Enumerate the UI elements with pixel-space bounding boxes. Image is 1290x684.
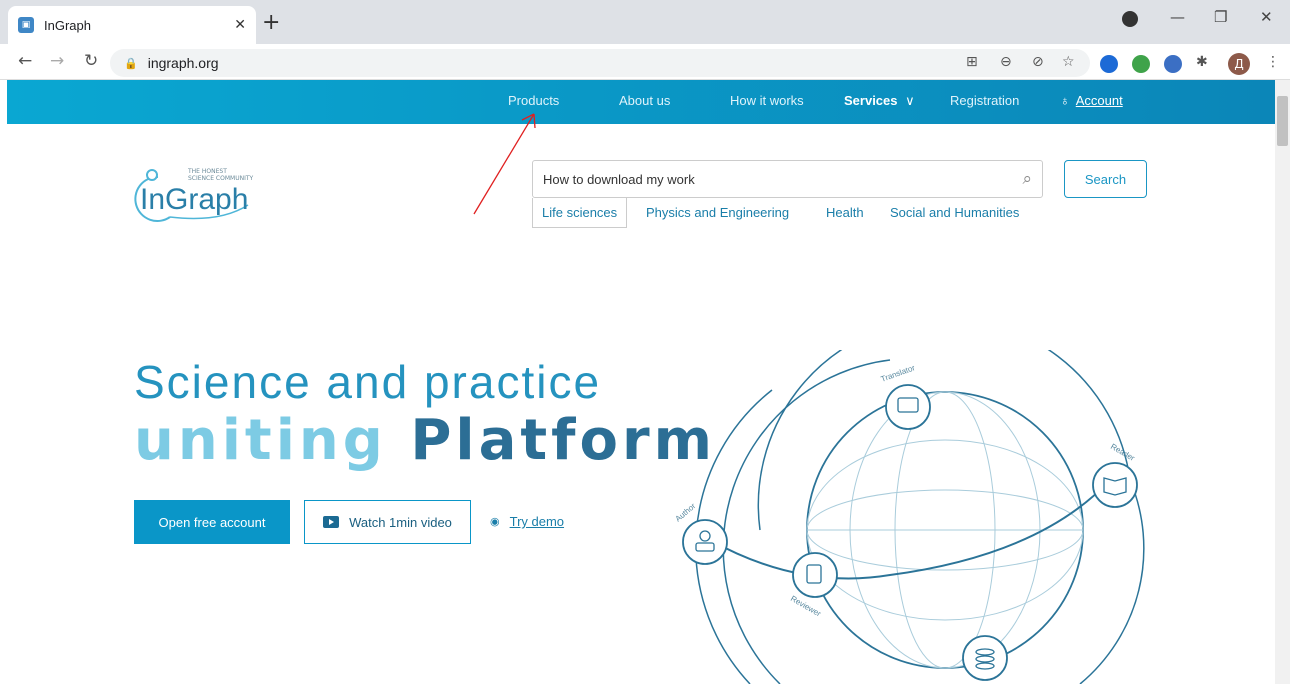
watch-video-label: Watch 1min video <box>349 514 452 530</box>
profile-indicator-icon[interactable] <box>1122 11 1138 27</box>
category-tab-social[interactable]: Social and Humanities <box>890 205 1019 220</box>
restore-icon[interactable]: ❐ <box>1214 8 1227 26</box>
globe-illustration: Translator Reader Author Reviewer <box>674 350 1145 684</box>
zoom-icon[interactable]: ⊖ <box>1000 54 1012 70</box>
site-navigation: Products About us How it works Services … <box>7 80 1275 124</box>
open-free-account-button[interactable]: Open free account <box>134 500 290 544</box>
try-demo-label: Try demo <box>509 514 565 529</box>
chevron-down-icon: ∨ <box>905 93 915 108</box>
minimize-icon[interactable]: — <box>1170 8 1185 26</box>
role-label-author: Author <box>674 501 698 523</box>
green-extension-icon[interactable] <box>1132 55 1150 73</box>
logo-name: InGraph <box>140 183 249 216</box>
lock-icon: 🔒 <box>124 56 138 70</box>
search-button[interactable]: Search <box>1064 160 1147 198</box>
nav-services-label: Services <box>844 93 898 108</box>
reader-node: Reader <box>1092 442 1138 508</box>
nav-account[interactable]: ♁ Account <box>1060 93 1123 108</box>
author-node: Author <box>674 501 728 565</box>
search-icon[interactable]: ⌕ <box>1022 169 1032 189</box>
browser-tab-bar: ▣ InGraph ✕ + — ❐ ✕ <box>0 0 1290 44</box>
new-tab-icon[interactable]: + <box>262 10 280 35</box>
category-tab-life-sciences[interactable]: Life sciences <box>532 198 628 228</box>
user-icon: ♁ <box>1060 93 1070 108</box>
nav-products[interactable]: Products <box>508 93 559 108</box>
play-icon <box>323 516 340 528</box>
role-label-reader: Reader <box>1109 442 1137 463</box>
nav-account-label: Account <box>1075 93 1123 108</box>
nav-how-it-works[interactable]: How it works <box>730 93 804 108</box>
translator-node: Translator <box>880 363 931 430</box>
favicon-icon: ▣ <box>18 17 34 33</box>
hero-word-uniting: uniting <box>134 408 387 473</box>
hero-title-line2: uniting Platform <box>134 408 716 473</box>
search-input-value: How to download my work <box>543 171 695 187</box>
eye-icon: ◉ <box>490 516 500 528</box>
logo-tagline-1: THE HONEST <box>188 168 227 175</box>
extensions-puzzle-icon[interactable]: ✱ <box>1196 54 1208 70</box>
search-input[interactable]: How to download my work ⌕ <box>532 160 1043 198</box>
tracking-blocked-icon[interactable]: ⊘ <box>1032 54 1044 70</box>
nav-services[interactable]: Services ∨ <box>844 93 915 109</box>
browser-tab[interactable]: ▣ InGraph ✕ <box>8 6 256 44</box>
nav-registration[interactable]: Registration <box>950 93 1019 108</box>
forward-icon[interactable]: → <box>50 51 64 71</box>
tab-close-icon[interactable]: ✕ <box>234 17 246 33</box>
scrollbar-thumb[interactable] <box>1277 96 1288 146</box>
logo-tagline-2: SCIENCE COMMUNITY <box>188 175 254 182</box>
role-label-translator: Translator <box>880 363 917 384</box>
menu-kebab-icon[interactable]: ⋮ <box>1266 54 1280 70</box>
logo-tagline: THE HONEST SCIENCE COMMUNITY <box>188 168 268 182</box>
shield-extension-icon[interactable] <box>1164 55 1182 73</box>
translate-icon[interactable]: ⊞ <box>966 54 978 70</box>
reviewer-node: Reviewer <box>789 552 838 619</box>
nav-about-us[interactable]: About us <box>619 93 670 108</box>
address-bar: ← → ↻ 🔒 ingraph.org ⊞ ⊖ ⊘ ☆ ✱ Д ⋮ <box>0 44 1290 80</box>
hero-title-line1: Science and practice <box>134 356 602 408</box>
page-scrollbar[interactable] <box>1275 80 1290 684</box>
try-demo-link[interactable]: ◉ Try demo <box>490 514 564 529</box>
reload-icon[interactable]: ↻ <box>84 51 98 71</box>
payment-node <box>962 635 1008 681</box>
tab-title: InGraph <box>44 17 91 33</box>
close-window-icon[interactable]: ✕ <box>1260 8 1273 26</box>
back-icon[interactable]: ← <box>18 51 32 71</box>
id-extension-icon[interactable] <box>1100 55 1118 73</box>
url-field[interactable]: 🔒 ingraph.org <box>110 49 1090 77</box>
profile-avatar[interactable]: Д <box>1228 53 1250 75</box>
watch-video-button[interactable]: Watch 1min video <box>304 500 471 544</box>
url-text: ingraph.org <box>147 55 219 71</box>
category-tab-physics[interactable]: Physics and Engineering <box>646 205 789 220</box>
bookmark-star-icon[interactable]: ☆ <box>1062 54 1075 70</box>
category-tab-health[interactable]: Health <box>826 205 864 220</box>
